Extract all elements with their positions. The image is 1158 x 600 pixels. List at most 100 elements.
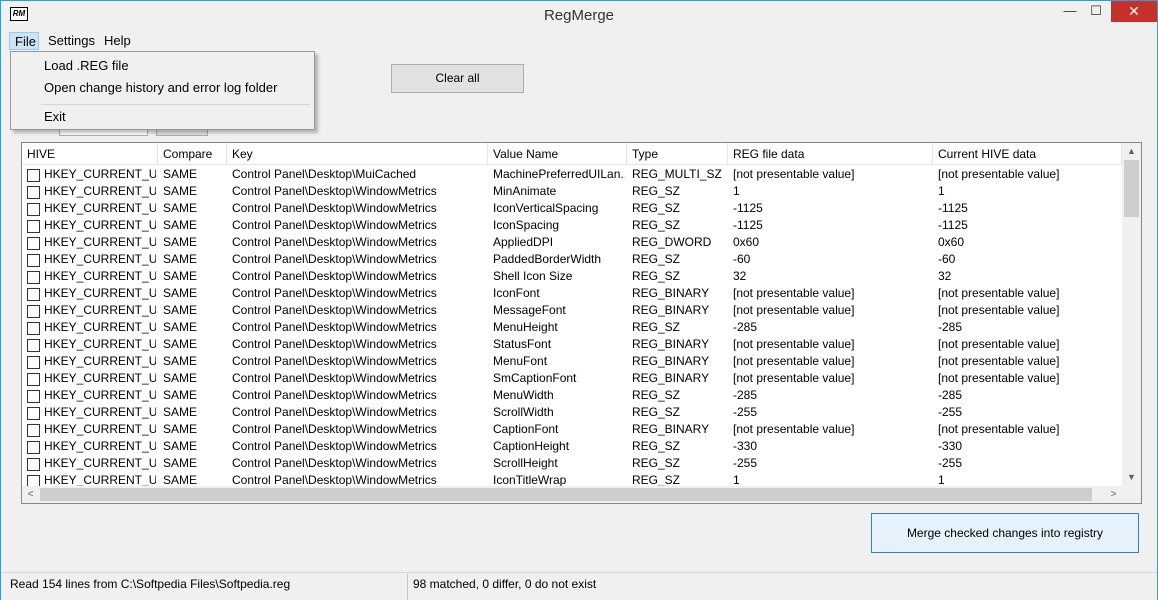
table-row[interactable]: HKEY_CURRENT_USER SAME Control Panel\Deskt…: [22, 302, 1122, 319]
compare-cell: SAME: [163, 354, 198, 368]
row-checkbox[interactable]: [27, 339, 40, 352]
value-name-cell: MenuFont: [493, 354, 548, 368]
row-checkbox[interactable]: [27, 186, 40, 199]
row-checkbox[interactable]: [27, 271, 40, 284]
key-cell: Control Panel\Desktop\WindowMetrics: [232, 439, 437, 453]
row-checkbox[interactable]: [27, 203, 40, 216]
merge-button[interactable]: Merge checked changes into registry: [871, 513, 1139, 553]
row-checkbox[interactable]: [27, 305, 40, 318]
row-checkbox[interactable]: [27, 237, 40, 250]
row-checkbox[interactable]: [27, 424, 40, 437]
hive-data-cell: [not presentable value]: [938, 167, 1060, 181]
table-row[interactable]: HKEY_CURRENT_USER SAME Control Panel\Deskt…: [22, 438, 1122, 455]
scroll-down-icon[interactable]: ▼: [1122, 469, 1141, 486]
type-cell: REG_SZ: [632, 201, 681, 215]
column-current-hive-data-header[interactable]: Current HIVE data: [933, 143, 1122, 165]
row-checkbox[interactable]: [27, 254, 40, 267]
scroll-left-icon[interactable]: <: [22, 486, 39, 503]
menu-item-open-history[interactable]: Open change history and error log folder: [44, 80, 277, 95]
value-name-cell: MessageFont: [493, 303, 566, 317]
reg-data-cell: 32: [733, 269, 747, 283]
table-row[interactable]: HKEY_CURRENT_USER SAME Control Panel\Deskt…: [22, 336, 1122, 353]
vertical-scroll-thumb[interactable]: [1124, 160, 1139, 217]
row-checkbox[interactable]: [27, 220, 40, 233]
column-value-name-header[interactable]: Value Name: [488, 143, 627, 165]
column-key-header[interactable]: Key: [227, 143, 488, 165]
value-name-cell: CaptionFont: [493, 422, 559, 436]
menu-item-exit[interactable]: Exit: [44, 109, 66, 124]
value-name-cell: IconVerticalSpacing: [493, 201, 599, 215]
menu-settings[interactable]: Settings: [43, 32, 95, 50]
column-hive-header[interactable]: HIVE: [22, 143, 158, 165]
key-cell: Control Panel\Desktop\WindowMetrics: [232, 456, 437, 470]
row-checkbox[interactable]: [27, 288, 40, 301]
hive-data-cell: [not presentable value]: [938, 286, 1060, 300]
clear-all-button[interactable]: Clear all: [391, 64, 524, 93]
file-menu-dropdown: Load .REG file Open change history and e…: [10, 51, 315, 130]
table-row[interactable]: HKEY_CURRENT_USER SAME Control Panel\Deskt…: [22, 353, 1122, 370]
table-row[interactable]: HKEY_CURRENT_USER SAME Control Panel\Deskt…: [22, 285, 1122, 302]
horizontal-scroll-thumb[interactable]: [40, 488, 1092, 501]
compare-cell: SAME: [163, 286, 198, 300]
column-type-header[interactable]: Type: [627, 143, 728, 165]
type-cell: REG_SZ: [632, 269, 681, 283]
table-row[interactable]: HKEY_CURRENT_USER SAME Control Panel\Deskt…: [22, 166, 1122, 183]
row-checkbox[interactable]: [27, 407, 40, 420]
compare-cell: SAME: [163, 235, 198, 249]
menu-file[interactable]: File: [9, 32, 39, 50]
minimize-icon[interactable]: —: [1057, 1, 1083, 22]
row-checkbox[interactable]: [27, 322, 40, 335]
row-checkbox[interactable]: [27, 390, 40, 403]
table-row[interactable]: HKEY_CURRENT_USER SAME Control Panel\Deskt…: [22, 472, 1122, 487]
maximize-icon[interactable]: ☐: [1083, 1, 1109, 22]
hive-data-cell: -1125: [938, 201, 968, 215]
menu-item-load-reg[interactable]: Load .REG file: [44, 58, 129, 73]
table-row[interactable]: HKEY_CURRENT_USER SAME Control Panel\Deskt…: [22, 404, 1122, 421]
reg-data-cell: -1125: [733, 201, 763, 215]
hive-data-cell: -60: [938, 252, 956, 266]
table-row[interactable]: HKEY_CURRENT_USER SAME Control Panel\Deskt…: [22, 234, 1122, 251]
value-name-cell: IconFont: [493, 286, 540, 300]
hive-cell: HKEY_CURRENT_USER: [44, 371, 156, 385]
hive-data-cell: -255: [938, 405, 963, 419]
value-name-cell: PaddedBorderWidth: [493, 252, 602, 266]
menu-bar: File Settings Help: [1, 31, 1157, 51]
table-row[interactable]: HKEY_CURRENT_USER SAME Control Panel\Deskt…: [22, 421, 1122, 438]
table-row[interactable]: HKEY_CURRENT_USER SAME Control Panel\Deskt…: [22, 183, 1122, 200]
table-row[interactable]: HKEY_CURRENT_USER SAME Control Panel\Deskt…: [22, 319, 1122, 336]
type-cell: REG_BINARY: [632, 286, 710, 300]
table-row[interactable]: HKEY_CURRENT_USER SAME Control Panel\Deskt…: [22, 387, 1122, 404]
column-reg-file-data-header[interactable]: REG file data: [728, 143, 933, 165]
vertical-scrollbar[interactable]: ▲ ▼: [1122, 143, 1141, 486]
row-checkbox[interactable]: [27, 356, 40, 369]
row-checkbox[interactable]: [27, 441, 40, 454]
table-row[interactable]: HKEY_CURRENT_USER SAME Control Panel\Deskt…: [22, 370, 1122, 387]
horizontal-scrollbar[interactable]: < >: [22, 486, 1122, 503]
table-row[interactable]: HKEY_CURRENT_USER SAME Control Panel\Deskt…: [22, 251, 1122, 268]
menu-help[interactable]: Help: [99, 32, 135, 50]
hive-data-cell: [not presentable value]: [938, 371, 1060, 385]
scroll-right-icon[interactable]: >: [1105, 486, 1122, 503]
close-icon[interactable]: ✕: [1111, 1, 1157, 22]
row-checkbox[interactable]: [27, 458, 40, 471]
list-rows: HKEY_CURRENT_USER SAME Control Panel\Deskt…: [22, 166, 1122, 487]
compare-cell: SAME: [163, 269, 198, 283]
value-name-cell: AppliedDPI: [493, 235, 554, 249]
table-row[interactable]: HKEY_CURRENT_USER SAME Control Panel\Deskt…: [22, 455, 1122, 472]
key-cell: Control Panel\Desktop\MuiCached: [232, 167, 417, 181]
row-checkbox[interactable]: [27, 169, 40, 182]
table-row[interactable]: HKEY_CURRENT_USER SAME Control Panel\Deskt…: [22, 217, 1122, 234]
compare-cell: SAME: [163, 167, 198, 181]
row-checkbox[interactable]: [27, 373, 40, 386]
hive-cell: HKEY_CURRENT_USER: [44, 218, 156, 232]
key-cell: Control Panel\Desktop\WindowMetrics: [232, 303, 437, 317]
column-compare-header[interactable]: Compare: [158, 143, 227, 165]
hive-cell: HKEY_CURRENT_USER: [44, 456, 156, 470]
table-row[interactable]: HKEY_CURRENT_USER SAME Control Panel\Deskt…: [22, 268, 1122, 285]
reg-data-cell: [not presentable value]: [733, 337, 855, 351]
key-cell: Control Panel\Desktop\WindowMetrics: [232, 269, 437, 283]
scroll-up-icon[interactable]: ▲: [1122, 143, 1141, 160]
table-row[interactable]: HKEY_CURRENT_USER SAME Control Panel\Deskt…: [22, 200, 1122, 217]
hive-cell: HKEY_CURRENT_USER: [44, 167, 156, 181]
hive-cell: HKEY_CURRENT_USER: [44, 235, 156, 249]
